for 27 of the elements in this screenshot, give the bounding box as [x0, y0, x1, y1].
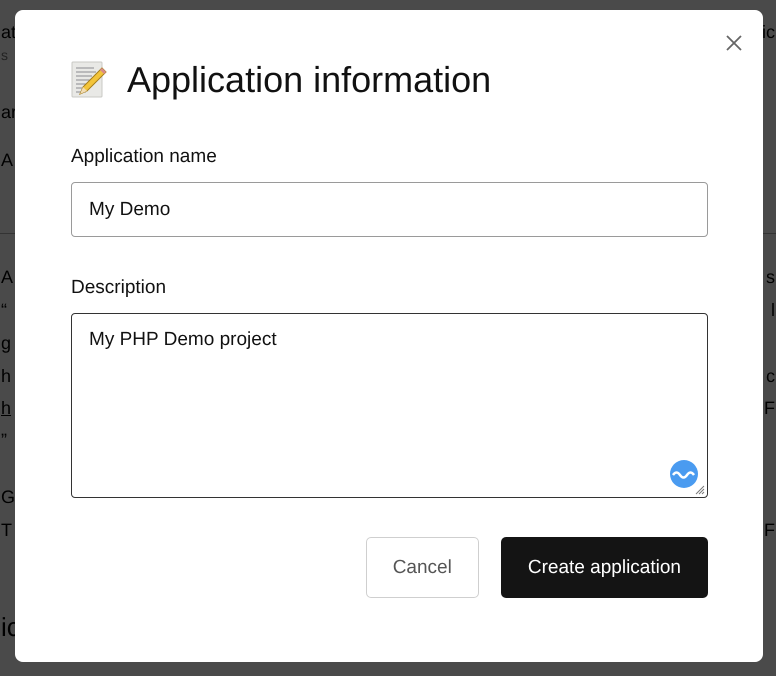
- background-text: h: [0, 365, 12, 388]
- background-text: A: [0, 149, 14, 172]
- notepad-pencil-icon: [71, 61, 107, 99]
- field-label: Description: [71, 276, 168, 300]
- field-label: Application name: [71, 145, 218, 169]
- wave-badge-icon[interactable]: [669, 459, 699, 489]
- name-input-field[interactable]: My Demo: [71, 182, 708, 237]
- description-field[interactable]: My PHP Demo project: [71, 313, 708, 498]
- background-text: “: [0, 299, 8, 322]
- background-text: at: [0, 21, 18, 44]
- background-text: g: [0, 332, 12, 355]
- close-icon[interactable]: [726, 35, 742, 51]
- background-text: ar: [0, 101, 18, 124]
- cancel-button[interactable]: Cancel: [366, 537, 479, 598]
- dialog-title: Application information: [127, 58, 492, 102]
- resize-grip-icon[interactable]: [693, 483, 705, 495]
- background-text: s: [765, 266, 776, 289]
- background-text: c: [765, 365, 776, 388]
- background-text: T: [0, 519, 13, 542]
- background-text: ”: [0, 429, 8, 452]
- background-text: F: [763, 519, 776, 542]
- background-text: G: [0, 486, 16, 509]
- create-button[interactable]: Create application: [500, 537, 708, 598]
- background-text: l: [770, 299, 776, 322]
- background-text: ic: [761, 21, 776, 44]
- background-text: F: [763, 397, 776, 420]
- background-text: A: [0, 266, 14, 289]
